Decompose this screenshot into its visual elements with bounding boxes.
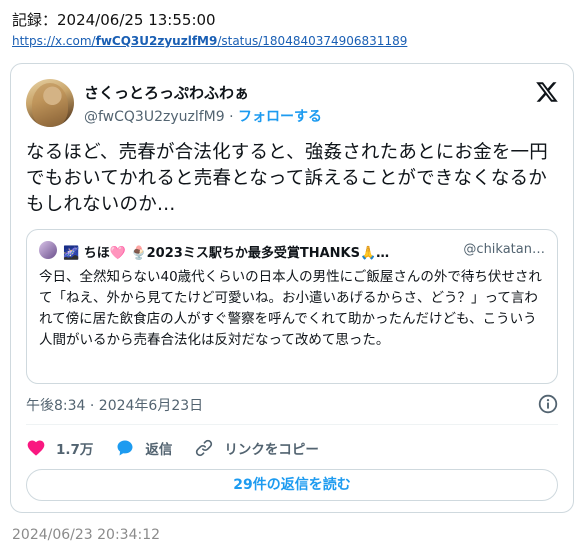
url-prefix: https://x.com/ (12, 34, 96, 48)
quote-author-title: 2023ミス駅ちか最多受賞THANKS🙏… (146, 246, 390, 261)
reply-label: 返信 (145, 442, 173, 458)
tweet-text: なるほど、売春が合法化すると、強姦されたあとにお金を一円でもおいてかれると売春と… (26, 142, 548, 215)
archive-header: 記録：2024/06/25 13:55:00 https://x.com/fwC… (12, 10, 407, 49)
reply-bubble-icon (117, 440, 133, 456)
like-button[interactable]: 1.7万 (26, 438, 93, 458)
quoted-tweet[interactable]: 🌌 ちほ🩷 🍨2023ミス駅ちか最多受賞THANKS🙏… @chikatan… … (26, 229, 558, 384)
quote-text: 今日、全然知らない40歳代くらいの日本人の男性にご飯屋さんの外で待ち伏せされて「… (39, 269, 542, 348)
quote-author: 🌌 ちほ🩷 🍨2023ミス駅ちか最多受賞THANKS🙏… (63, 242, 389, 261)
user-handle[interactable]: @fwCQ3U2zyuzlfM9 (84, 109, 225, 125)
quote-avatar (39, 241, 57, 259)
display-name[interactable]: さくっとろっぷわふわぁ (84, 82, 249, 103)
tweet-url-link[interactable]: https://x.com/fwCQ3U2zyuzlfM9/status/180… (12, 33, 407, 49)
quote-author-name: ちほ (83, 246, 110, 261)
pink-heart-emoji-icon: 🩷 (109, 246, 126, 261)
avatar[interactable] (26, 79, 74, 127)
record-timestamp: 記録：2024/06/25 13:55:00 (12, 11, 216, 29)
follow-button[interactable]: フォローする (238, 109, 322, 125)
copy-link-label: リンクをコピー (224, 442, 319, 458)
divider (26, 424, 558, 425)
info-icon[interactable] (538, 394, 558, 414)
tweet-card: さくっとろっぷわふわぁ @fwCQ3U2zyuzlfM9 · フォローする なる… (10, 63, 574, 513)
action-bar: 1.7万 返信 リンクをコピー (26, 436, 341, 460)
copy-link-button[interactable]: リンクをコピー (194, 438, 319, 458)
reply-button[interactable]: 返信 (115, 438, 172, 458)
quote-handle: @chikatan… (463, 242, 545, 257)
handle-line: @fwCQ3U2zyuzlfM9 · フォローする (84, 106, 322, 126)
tweet-timestamp[interactable]: 午後8:34 · 2024年6月23日 (26, 395, 203, 415)
read-replies-button[interactable]: 29件の返信を読む (26, 469, 558, 501)
handle-separator: · (224, 109, 239, 125)
heart-icon (27, 440, 45, 456)
url-suffix: /status/1804840374906831189 (217, 34, 408, 48)
galaxy-emoji-icon: 🌌 (63, 246, 80, 261)
x-logo-icon[interactable] (535, 80, 559, 104)
like-count: 1.7万 (56, 442, 94, 458)
link-icon (196, 439, 213, 457)
url-user: fwCQ3U2zyuzlfM9 (95, 34, 218, 48)
ice-cream-emoji-icon: 🍨 (130, 246, 147, 261)
footer-date: 2024/06/23 20:34:12 (12, 527, 161, 543)
